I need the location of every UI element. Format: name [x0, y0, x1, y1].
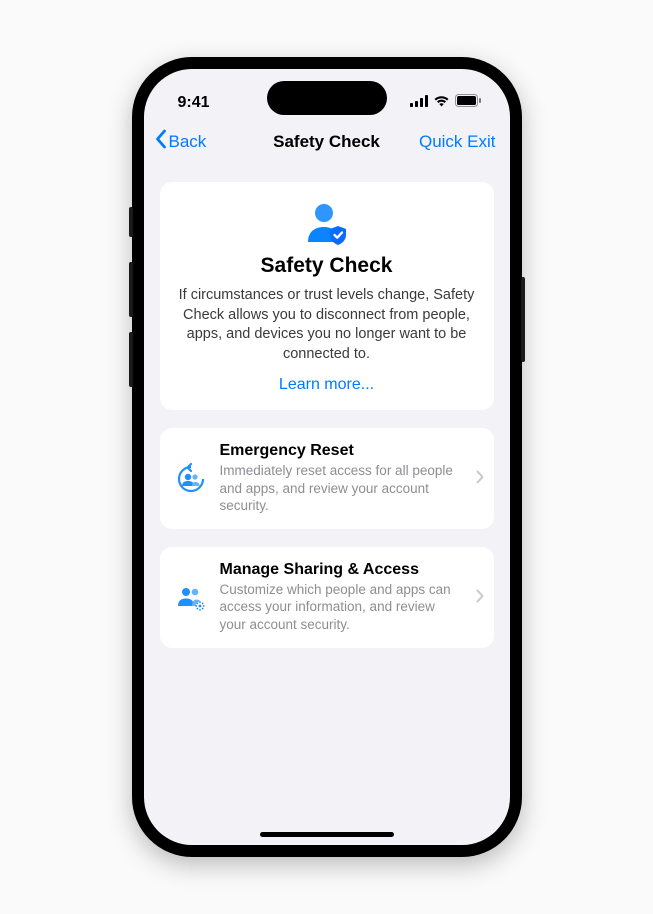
- status-time: 9:41: [178, 94, 210, 112]
- action-description: Immediately reset access for all people …: [220, 462, 464, 515]
- intro-title: Safety Check: [178, 254, 476, 278]
- learn-more-link[interactable]: Learn more...: [178, 376, 476, 394]
- side-button: [129, 332, 133, 387]
- chevron-right-icon: [476, 586, 484, 609]
- back-button[interactable]: Back: [154, 129, 207, 154]
- action-title: Emergency Reset: [220, 442, 464, 460]
- quick-exit-button[interactable]: Quick Exit: [419, 132, 496, 152]
- dynamic-island: [267, 81, 387, 115]
- intro-description: If circumstances or trust levels change,…: [178, 286, 476, 364]
- battery-icon: [455, 94, 482, 112]
- chevron-left-icon: [154, 129, 167, 154]
- emergency-reset-row[interactable]: Emergency Reset Immediately reset access…: [160, 428, 494, 529]
- cellular-icon: [410, 94, 428, 112]
- side-button: [129, 262, 133, 317]
- content: Safety Check If circumstances or trust l…: [144, 164, 510, 845]
- page-title: Safety Check: [273, 132, 380, 152]
- side-button: [129, 207, 133, 237]
- action-description: Customize which people and apps can acce…: [220, 581, 464, 634]
- back-label: Back: [169, 132, 207, 152]
- status-indicators: [410, 94, 482, 112]
- nav-bar: Back Safety Check Quick Exit: [144, 121, 510, 164]
- wifi-icon: [433, 94, 450, 112]
- manage-sharing-icon: [174, 580, 208, 614]
- phone-frame: 9:41 Back Safety Check Qu: [132, 57, 522, 857]
- side-button: [521, 277, 525, 362]
- chevron-right-icon: [476, 467, 484, 490]
- emergency-reset-icon: [174, 462, 208, 496]
- action-title: Manage Sharing & Access: [220, 561, 464, 579]
- home-indicator[interactable]: [260, 832, 394, 837]
- intro-card: Safety Check If circumstances or trust l…: [160, 182, 494, 410]
- manage-sharing-row[interactable]: Manage Sharing & Access Customize which …: [160, 547, 494, 648]
- safety-check-icon: [304, 202, 350, 246]
- screen: 9:41 Back Safety Check Qu: [144, 69, 510, 845]
